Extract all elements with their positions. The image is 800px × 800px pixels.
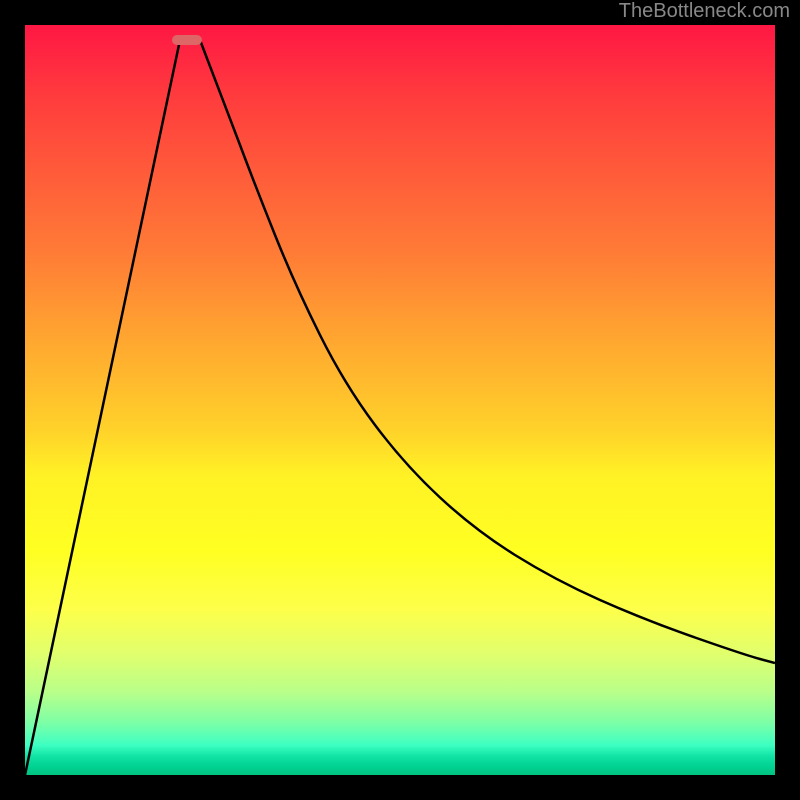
- right-curve: [200, 40, 775, 663]
- watermark-text: TheBottleneck.com: [619, 0, 790, 23]
- chart-curves: [25, 25, 775, 775]
- bottleneck-marker: [172, 35, 202, 45]
- left-line: [25, 40, 180, 775]
- chart-area: [25, 25, 775, 775]
